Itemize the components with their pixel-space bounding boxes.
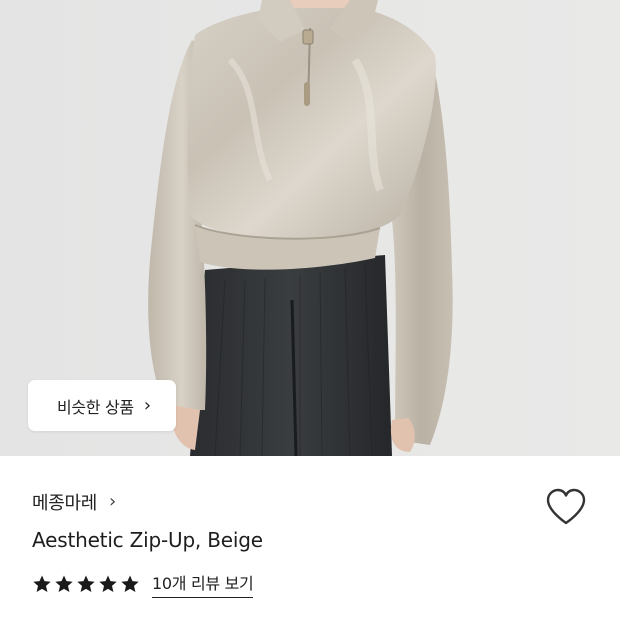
chevron-right-icon: › [143, 394, 152, 416]
brand-name: 메종마레 [32, 493, 98, 514]
product-title: Aesthetic Zip-Up, Beige [32, 528, 263, 552]
star-icon [99, 575, 117, 592]
view-reviews-link[interactable]: 10개 리뷰 보기 [152, 570, 254, 598]
star-icon [33, 575, 51, 592]
similar-products-button[interactable]: 비슷한 상품 › [28, 380, 176, 431]
star-icon [77, 575, 95, 592]
rating-row: 10개 리뷰 보기 [32, 570, 254, 598]
star-icon [121, 575, 139, 592]
brand-link[interactable]: 메종마레 › [32, 489, 116, 515]
heart-outline-icon[interactable] [545, 488, 587, 526]
star-rating [32, 574, 140, 594]
star-icon [55, 575, 73, 592]
chevron-right-icon: › [109, 491, 117, 512]
similar-products-label: 비슷한 상품 [56, 397, 134, 417]
